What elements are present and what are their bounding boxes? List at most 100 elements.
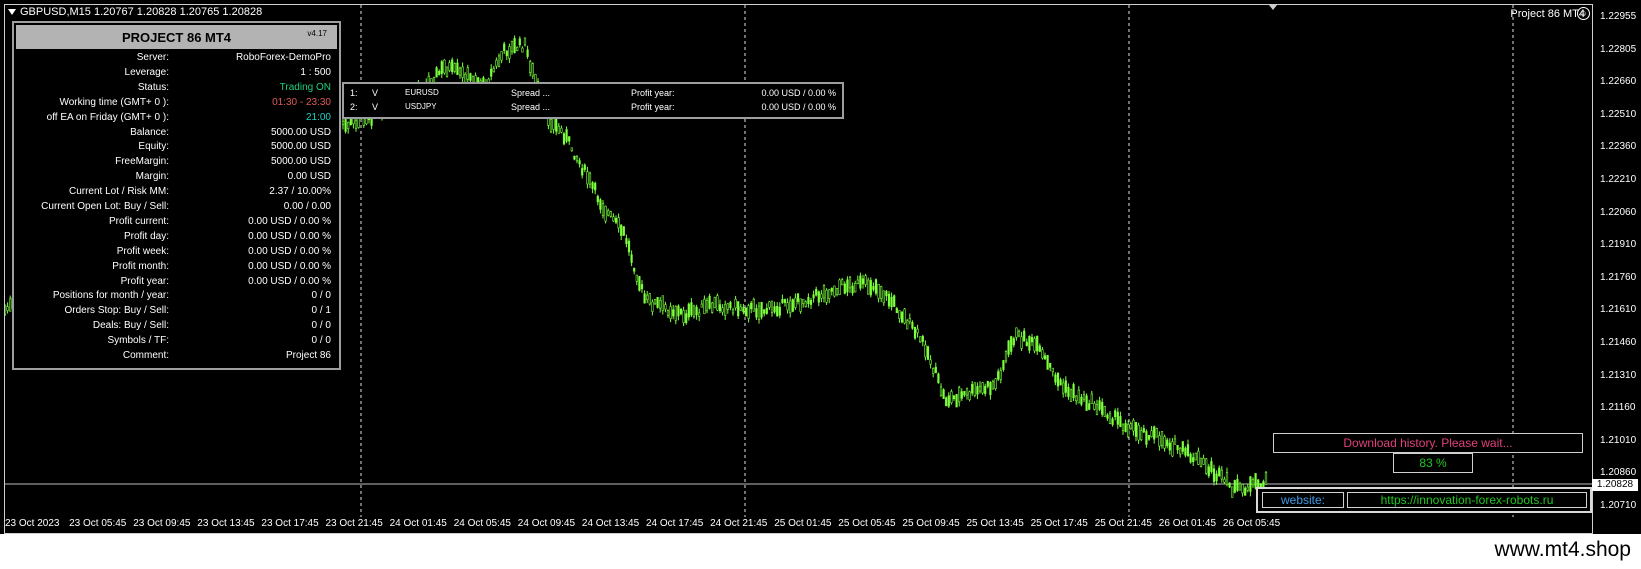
candle-body [648,293,651,305]
candle-body [1158,435,1161,447]
ea-name-label: Project 86 MT4 [1510,8,1585,20]
candle-body [508,46,511,59]
candle-body [612,216,615,222]
candle-body [841,279,844,286]
panel-row-label: Working time (GMT+ 0 ): [59,96,169,108]
candle-body [578,160,581,165]
time-tick-label: 25 Oct 05:45 [838,518,896,529]
panel-row-label: Deals: Buy / Sell: [92,320,169,332]
candle-body [690,302,693,316]
dropdown-triangle-icon[interactable] [8,9,16,16]
candle-body [1124,423,1127,432]
scroll-marker-icon [1269,5,1277,10]
price-tick-label: 1.21910 [1600,239,1637,251]
candle-body [565,129,568,142]
candle-body [937,373,940,384]
panel-row-value: 0.00 USD / 0.00 % [248,215,331,227]
candle-body [908,318,911,323]
candle-body [1077,389,1080,404]
candle-body [1012,338,1015,346]
candle-body [531,63,534,77]
candle-body [625,238,628,245]
candle-body [1199,457,1203,467]
candle-body [1056,372,1060,387]
candle-body [661,295,664,311]
candle-body [653,299,657,305]
candle-body [895,308,898,314]
candle-body [1002,360,1005,370]
candle-body [1176,445,1179,451]
price-tick-label: 1.22210 [1600,174,1637,185]
price-tick-label: 1.21310 [1600,369,1637,381]
candle-body [705,300,709,312]
candle-body [950,391,953,404]
candle-body [708,295,711,309]
candle-body [362,118,365,126]
panel-row: Profit day: 0.00 USD / 0.00 % [14,231,339,246]
candle-body [1150,430,1153,438]
candle-body [510,40,514,52]
candle-body [978,385,982,392]
candle-body [1015,327,1018,338]
candle-body [796,293,800,302]
candle-body [505,50,508,57]
website-box: website: https://innovation-forex-robots… [1256,487,1592,513]
time-tick-label: 25 Oct 17:45 [1030,518,1088,529]
candle-body [1043,355,1047,360]
candle-body [973,382,976,396]
candle-body [833,285,836,297]
candle-body [882,290,885,303]
candle-body [1184,447,1187,456]
candle-body [1098,400,1101,410]
panel-row-value: 0.00 USD / 0.00 % [248,260,331,272]
candle-body [1093,403,1096,410]
smiley-icon[interactable]: ☺ [1577,7,1590,20]
panel-row-value: 21:00 [305,111,331,123]
candle-body [739,306,742,311]
panel-row: Current Lot / Risk MM: 2.37 / 10.00% [14,186,339,201]
candle-body [1251,479,1255,486]
panel-row-label: Symbols / TF: [107,335,170,347]
candle-body [560,127,563,133]
candle-body [1160,431,1164,446]
candle-body [911,322,914,329]
candle-body [659,300,662,309]
candle-body [638,276,641,291]
candle-body [965,388,969,396]
footer-brand[interactable]: www.mt4.shop [1494,538,1631,562]
symbol-num: 2: [350,102,358,112]
candle-body [630,254,633,263]
candle-body [633,267,636,272]
price-tick-label: 1.20710 [1600,500,1637,511]
candle-body [1119,416,1122,427]
candle-body [757,305,761,321]
candle-body [1244,487,1247,496]
panel-row: Status: Trading ON [14,82,339,97]
candle-body [1051,367,1054,373]
time-tick-label: 23 Oct 21:45 [325,518,383,529]
candle-body [1249,476,1252,492]
candle-body [555,118,558,132]
candle-body [952,395,956,400]
price-tick-label: 1.21010 [1600,434,1637,446]
candle-body [1088,403,1091,410]
candle-body [791,299,794,312]
candle-body [1023,330,1026,342]
candle-body [656,297,659,308]
candle-body [1108,413,1112,424]
candle-body [835,287,839,295]
panel-row-label: off EA on Friday (GMT+ 0 ): [46,111,169,123]
candle-body [456,62,459,76]
candle-body [1147,435,1151,440]
candle-body [1064,380,1067,393]
candle-body [620,224,623,236]
candle-body [1163,436,1166,449]
website-link[interactable]: https://innovation-forex-robots.ru [1347,492,1587,508]
candle-body [1238,483,1242,491]
candle-body [646,294,649,301]
panel-row: Profit current: 0.00 USD / 0.00 % [14,216,339,231]
symbol-name: USDJPY [405,102,437,111]
candle-body [523,37,527,46]
candle-body [586,171,589,185]
candle-body [1186,444,1190,456]
